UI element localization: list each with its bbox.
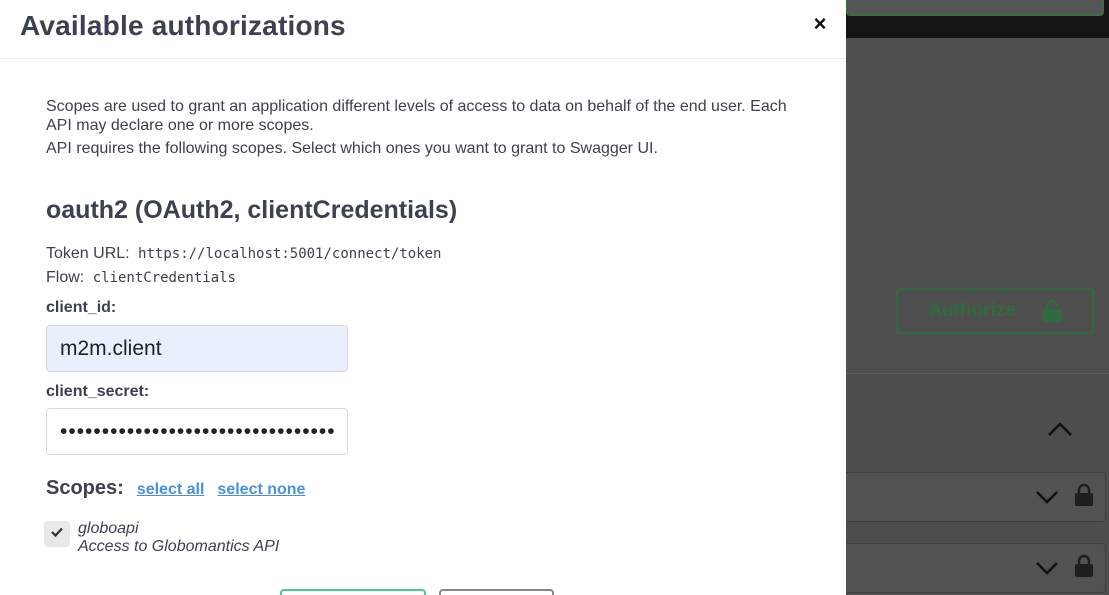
close-button[interactable] [439, 589, 554, 595]
token-url-label: Token URL: [46, 245, 130, 262]
client-secret-label: client_secret: [46, 383, 150, 400]
modal-header: Available authorizations × [0, 0, 846, 59]
scheme-title: oauth2 (OAuth2, clientCredentials) [46, 196, 458, 224]
chevron-down-icon[interactable] [1034, 558, 1060, 583]
lock-icon[interactable] [1074, 554, 1094, 583]
auth-modal: Available authorizations × Scopes are us… [0, 0, 846, 595]
authorize-page-button[interactable]: Authorize [896, 288, 1094, 334]
authorize-page-button-label: Authorize [928, 300, 1016, 321]
scopes-description: Scopes are used to grant an application … [46, 98, 787, 134]
operation-row[interactable] [846, 543, 1106, 593]
authorize-button[interactable] [280, 589, 426, 595]
token-url-value: https://localhost:5001/connect/token [138, 246, 442, 262]
scopes-header: Scopes: select all select none [46, 477, 305, 500]
client-secret-field[interactable] [46, 408, 348, 455]
check-icon [50, 525, 64, 543]
close-icon[interactable]: × [808, 10, 832, 38]
select-none-link[interactable]: select none [217, 481, 305, 499]
operation-row[interactable] [846, 472, 1106, 522]
lock-icon [1042, 299, 1062, 323]
lock-icon[interactable] [1074, 483, 1094, 512]
section-divider [846, 373, 1109, 374]
client-id-field[interactable] [46, 325, 348, 372]
select-all-link[interactable]: select all [137, 481, 205, 499]
scope-name: globoapi [78, 520, 139, 537]
chevron-down-icon[interactable] [1034, 487, 1060, 512]
flow-value: clientCredentials [92, 270, 236, 286]
modal-title: Available authorizations [20, 10, 346, 41]
flow-label: Flow: [46, 269, 85, 286]
scope-checkbox[interactable] [44, 521, 70, 547]
definition-select[interactable] [846, 0, 1104, 16]
flow-row: Flow: clientCredentials [46, 269, 236, 287]
client-id-label: client_id: [46, 299, 117, 316]
chevron-up-icon[interactable] [1046, 418, 1074, 445]
scope-description: Access to Globomantics API [78, 538, 280, 555]
scopes-requirement: API requires the following scopes. Selec… [46, 140, 658, 157]
token-url-row: Token URL: https://localhost:5001/connec… [46, 245, 441, 263]
scopes-label: Scopes: [46, 477, 124, 499]
